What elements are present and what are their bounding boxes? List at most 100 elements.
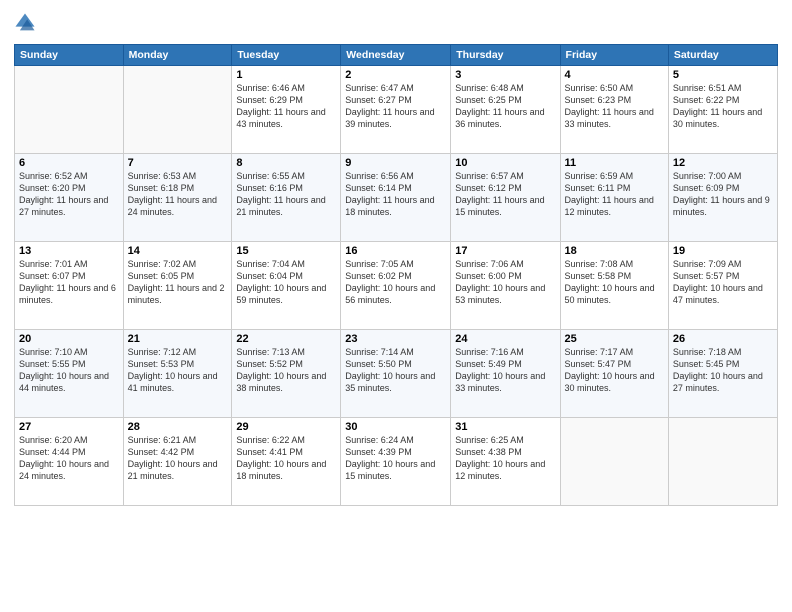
day-number: 29	[236, 421, 336, 433]
calendar-cell	[668, 418, 777, 506]
day-info: Sunrise: 7:10 AM Sunset: 5:55 PM Dayligh…	[19, 346, 119, 395]
calendar-week-1: 6Sunrise: 6:52 AM Sunset: 6:20 PM Daylig…	[15, 154, 778, 242]
calendar-cell: 3Sunrise: 6:48 AM Sunset: 6:25 PM Daylig…	[451, 66, 560, 154]
day-info: Sunrise: 6:53 AM Sunset: 6:18 PM Dayligh…	[128, 170, 228, 219]
calendar-cell: 1Sunrise: 6:46 AM Sunset: 6:29 PM Daylig…	[232, 66, 341, 154]
day-info: Sunrise: 6:59 AM Sunset: 6:11 PM Dayligh…	[565, 170, 664, 219]
day-number: 10	[455, 157, 555, 169]
day-info: Sunrise: 6:57 AM Sunset: 6:12 PM Dayligh…	[455, 170, 555, 219]
day-number: 21	[128, 333, 228, 345]
page-header	[14, 12, 778, 36]
calendar-cell	[15, 66, 124, 154]
calendar-cell: 16Sunrise: 7:05 AM Sunset: 6:02 PM Dayli…	[341, 242, 451, 330]
day-number: 28	[128, 421, 228, 433]
calendar-cell: 9Sunrise: 6:56 AM Sunset: 6:14 PM Daylig…	[341, 154, 451, 242]
calendar-cell: 14Sunrise: 7:02 AM Sunset: 6:05 PM Dayli…	[123, 242, 232, 330]
calendar-week-4: 27Sunrise: 6:20 AM Sunset: 4:44 PM Dayli…	[15, 418, 778, 506]
day-info: Sunrise: 6:21 AM Sunset: 4:42 PM Dayligh…	[128, 434, 228, 483]
day-info: Sunrise: 6:46 AM Sunset: 6:29 PM Dayligh…	[236, 82, 336, 131]
calendar-cell: 20Sunrise: 7:10 AM Sunset: 5:55 PM Dayli…	[15, 330, 124, 418]
day-number: 9	[345, 157, 446, 169]
calendar-cell: 13Sunrise: 7:01 AM Sunset: 6:07 PM Dayli…	[15, 242, 124, 330]
day-number: 4	[565, 69, 664, 81]
calendar-cell: 31Sunrise: 6:25 AM Sunset: 4:38 PM Dayli…	[451, 418, 560, 506]
logo	[14, 12, 38, 36]
weekday-wednesday: Wednesday	[341, 45, 451, 66]
day-number: 8	[236, 157, 336, 169]
day-number: 13	[19, 245, 119, 257]
weekday-monday: Monday	[123, 45, 232, 66]
day-number: 16	[345, 245, 446, 257]
day-info: Sunrise: 6:52 AM Sunset: 6:20 PM Dayligh…	[19, 170, 119, 219]
weekday-friday: Friday	[560, 45, 668, 66]
day-info: Sunrise: 7:01 AM Sunset: 6:07 PM Dayligh…	[19, 258, 119, 307]
calendar-body: 1Sunrise: 6:46 AM Sunset: 6:29 PM Daylig…	[15, 66, 778, 506]
day-number: 6	[19, 157, 119, 169]
calendar-cell: 10Sunrise: 6:57 AM Sunset: 6:12 PM Dayli…	[451, 154, 560, 242]
calendar-cell: 6Sunrise: 6:52 AM Sunset: 6:20 PM Daylig…	[15, 154, 124, 242]
day-number: 14	[128, 245, 228, 257]
calendar-cell: 18Sunrise: 7:08 AM Sunset: 5:58 PM Dayli…	[560, 242, 668, 330]
calendar-cell: 19Sunrise: 7:09 AM Sunset: 5:57 PM Dayli…	[668, 242, 777, 330]
day-info: Sunrise: 7:02 AM Sunset: 6:05 PM Dayligh…	[128, 258, 228, 307]
weekday-sunday: Sunday	[15, 45, 124, 66]
logo-icon	[14, 12, 36, 34]
weekday-thursday: Thursday	[451, 45, 560, 66]
day-info: Sunrise: 7:14 AM Sunset: 5:50 PM Dayligh…	[345, 346, 446, 395]
calendar-week-0: 1Sunrise: 6:46 AM Sunset: 6:29 PM Daylig…	[15, 66, 778, 154]
calendar-cell: 28Sunrise: 6:21 AM Sunset: 4:42 PM Dayli…	[123, 418, 232, 506]
day-number: 22	[236, 333, 336, 345]
day-info: Sunrise: 7:12 AM Sunset: 5:53 PM Dayligh…	[128, 346, 228, 395]
calendar-cell: 7Sunrise: 6:53 AM Sunset: 6:18 PM Daylig…	[123, 154, 232, 242]
day-info: Sunrise: 6:55 AM Sunset: 6:16 PM Dayligh…	[236, 170, 336, 219]
day-info: Sunrise: 7:08 AM Sunset: 5:58 PM Dayligh…	[565, 258, 664, 307]
calendar-cell: 25Sunrise: 7:17 AM Sunset: 5:47 PM Dayli…	[560, 330, 668, 418]
day-info: Sunrise: 7:04 AM Sunset: 6:04 PM Dayligh…	[236, 258, 336, 307]
day-info: Sunrise: 6:50 AM Sunset: 6:23 PM Dayligh…	[565, 82, 664, 131]
day-number: 12	[673, 157, 773, 169]
day-number: 2	[345, 69, 446, 81]
day-info: Sunrise: 6:25 AM Sunset: 4:38 PM Dayligh…	[455, 434, 555, 483]
day-number: 5	[673, 69, 773, 81]
day-info: Sunrise: 7:00 AM Sunset: 6:09 PM Dayligh…	[673, 170, 773, 219]
day-info: Sunrise: 6:24 AM Sunset: 4:39 PM Dayligh…	[345, 434, 446, 483]
day-number: 25	[565, 333, 664, 345]
weekday-tuesday: Tuesday	[232, 45, 341, 66]
day-info: Sunrise: 6:47 AM Sunset: 6:27 PM Dayligh…	[345, 82, 446, 131]
calendar-cell: 23Sunrise: 7:14 AM Sunset: 5:50 PM Dayli…	[341, 330, 451, 418]
calendar-week-2: 13Sunrise: 7:01 AM Sunset: 6:07 PM Dayli…	[15, 242, 778, 330]
calendar-cell: 4Sunrise: 6:50 AM Sunset: 6:23 PM Daylig…	[560, 66, 668, 154]
day-number: 31	[455, 421, 555, 433]
calendar-cell: 29Sunrise: 6:22 AM Sunset: 4:41 PM Dayli…	[232, 418, 341, 506]
calendar-cell: 26Sunrise: 7:18 AM Sunset: 5:45 PM Dayli…	[668, 330, 777, 418]
calendar-cell: 17Sunrise: 7:06 AM Sunset: 6:00 PM Dayli…	[451, 242, 560, 330]
calendar-cell: 2Sunrise: 6:47 AM Sunset: 6:27 PM Daylig…	[341, 66, 451, 154]
calendar-cell: 24Sunrise: 7:16 AM Sunset: 5:49 PM Dayli…	[451, 330, 560, 418]
day-info: Sunrise: 6:56 AM Sunset: 6:14 PM Dayligh…	[345, 170, 446, 219]
calendar-cell: 21Sunrise: 7:12 AM Sunset: 5:53 PM Dayli…	[123, 330, 232, 418]
day-info: Sunrise: 6:22 AM Sunset: 4:41 PM Dayligh…	[236, 434, 336, 483]
calendar-week-3: 20Sunrise: 7:10 AM Sunset: 5:55 PM Dayli…	[15, 330, 778, 418]
day-number: 15	[236, 245, 336, 257]
day-number: 17	[455, 245, 555, 257]
day-number: 18	[565, 245, 664, 257]
weekday-saturday: Saturday	[668, 45, 777, 66]
day-number: 23	[345, 333, 446, 345]
day-number: 27	[19, 421, 119, 433]
calendar-cell: 30Sunrise: 6:24 AM Sunset: 4:39 PM Dayli…	[341, 418, 451, 506]
day-info: Sunrise: 6:48 AM Sunset: 6:25 PM Dayligh…	[455, 82, 555, 131]
calendar-cell	[123, 66, 232, 154]
day-number: 1	[236, 69, 336, 81]
calendar-cell: 5Sunrise: 6:51 AM Sunset: 6:22 PM Daylig…	[668, 66, 777, 154]
calendar-cell: 22Sunrise: 7:13 AM Sunset: 5:52 PM Dayli…	[232, 330, 341, 418]
calendar-cell: 15Sunrise: 7:04 AM Sunset: 6:04 PM Dayli…	[232, 242, 341, 330]
calendar-cell: 11Sunrise: 6:59 AM Sunset: 6:11 PM Dayli…	[560, 154, 668, 242]
day-info: Sunrise: 7:18 AM Sunset: 5:45 PM Dayligh…	[673, 346, 773, 395]
weekday-header-row: SundayMondayTuesdayWednesdayThursdayFrid…	[15, 45, 778, 66]
day-number: 26	[673, 333, 773, 345]
calendar-cell: 8Sunrise: 6:55 AM Sunset: 6:16 PM Daylig…	[232, 154, 341, 242]
day-info: Sunrise: 6:20 AM Sunset: 4:44 PM Dayligh…	[19, 434, 119, 483]
day-info: Sunrise: 6:51 AM Sunset: 6:22 PM Dayligh…	[673, 82, 773, 131]
day-number: 7	[128, 157, 228, 169]
day-number: 11	[565, 157, 664, 169]
